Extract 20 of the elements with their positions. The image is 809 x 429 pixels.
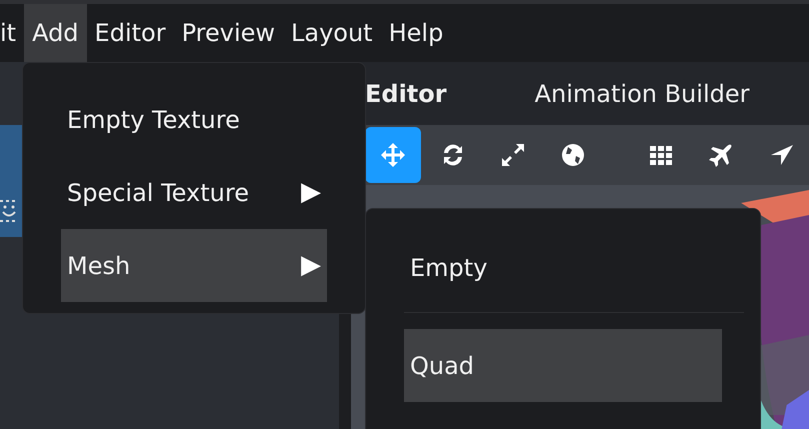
menu-item[interactable]: Mesh ▶ (61, 229, 327, 302)
move-icon (379, 141, 407, 169)
menu-item[interactable]: Quad (404, 329, 722, 402)
panel-tab[interactable]: Editor (365, 76, 447, 112)
panel-tab[interactable]: Animation Builder (534, 76, 750, 112)
menu-item[interactable]: Layout (283, 4, 381, 62)
menu-item[interactable]: Add (24, 4, 87, 62)
expand-icon (499, 141, 527, 169)
menu-item[interactable]: it (0, 4, 24, 62)
menu-item[interactable]: Editor (86, 4, 174, 62)
selected-list-item[interactable] (0, 125, 22, 237)
menu-item[interactable]: Help (380, 4, 452, 62)
globe-icon (559, 141, 587, 169)
submenu-arrow-icon: ▶ (301, 173, 321, 212)
submenu-arrow-icon: ▶ (301, 246, 321, 285)
menu-item[interactable]: Empty Texture (61, 83, 327, 156)
move-button[interactable] (365, 127, 421, 183)
menu-item[interactable]: Preview (174, 4, 283, 62)
menu-item[interactable]: Empty (404, 231, 722, 304)
menu-item[interactable]: Special Texture ▶ (61, 156, 327, 229)
